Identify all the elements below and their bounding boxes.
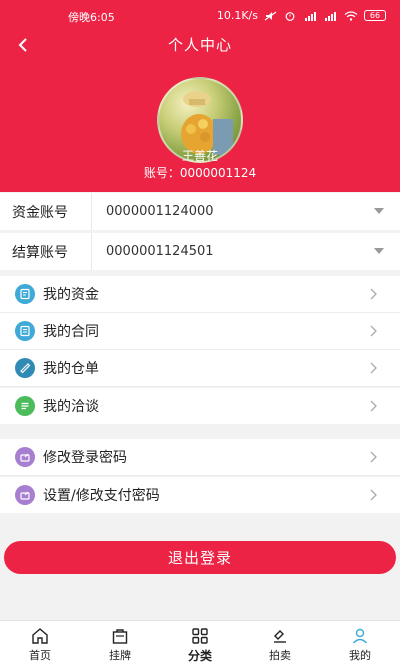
fund-account-select[interactable]: 0000001124000: [92, 193, 400, 230]
fund-account-row: 资金账号 0000001124000: [0, 193, 400, 230]
menu-label: 我的资金: [43, 287, 99, 303]
menu-my-warehouse-receipts[interactable]: 我的仓单: [0, 350, 400, 386]
bag-icon: [112, 629, 128, 644]
tab-home[interactable]: 首页: [0, 621, 80, 666]
grid-icon: [192, 628, 208, 644]
settlement-account-label: 结算账号: [0, 233, 92, 270]
status-indicators: 10.1K/s 66: [217, 9, 386, 22]
chevron-right-icon: [370, 362, 377, 374]
menu-label: 修改登录密码: [43, 450, 127, 466]
battery-indicator: 66: [364, 10, 386, 21]
tab-mine[interactable]: 我的: [320, 621, 400, 666]
fund-account-label: 资金账号: [0, 193, 92, 230]
user-icon: [352, 628, 368, 644]
status-time: 傍晚6:05: [68, 11, 115, 24]
tab-label: 拍卖: [269, 649, 291, 662]
network-speed: 10.1K/s: [216, 9, 258, 22]
wifi-icon: [344, 10, 358, 21]
wallet-icon: [15, 284, 35, 304]
menu-label: 我的洽谈: [43, 399, 99, 415]
gavel-icon: [274, 630, 286, 643]
tab-listing[interactable]: 挂牌: [80, 621, 160, 666]
menu-label: 设置/修改支付密码: [43, 488, 160, 504]
divider: [0, 475, 400, 476]
settlement-account-row: 结算账号 0000001124501: [0, 233, 400, 270]
chevron-right-icon: [370, 451, 377, 463]
chevron-right-icon: [370, 325, 377, 337]
menu-label: 我的仓单: [43, 361, 99, 377]
tab-label: 分类: [187, 649, 212, 663]
home-icon: [32, 628, 48, 644]
tab-label: 我的: [349, 649, 371, 662]
tab-label: 挂牌: [109, 649, 131, 662]
mute-icon: [264, 11, 278, 21]
chat-icon: [15, 396, 35, 416]
signal-icon: [304, 11, 318, 21]
pay-edit-icon: [15, 485, 35, 505]
bottom-tab-bar: 首页 挂牌 分类 拍卖 我的: [0, 620, 400, 666]
user-account-number: 账号：0000001124: [143, 166, 257, 180]
chevron-right-icon: [370, 489, 377, 501]
chevron-right-icon: [370, 400, 377, 412]
menu-my-funds[interactable]: 我的资金: [0, 276, 400, 312]
menu-my-contracts[interactable]: 我的合同: [0, 313, 400, 349]
lock-edit-icon: [15, 447, 35, 467]
alarm-icon: [284, 11, 298, 21]
tab-label: 首页: [29, 649, 51, 662]
profile-header: 傍晚6:05 10.1K/s 66 个人中心 王善花 账号：0000001124: [0, 0, 400, 192]
menu-change-login-password[interactable]: 修改登录密码: [0, 439, 400, 475]
signal-icon-2: [324, 11, 338, 21]
caret-down-icon: [374, 208, 384, 214]
status-bar: 傍晚6:05 10.1K/s 66: [0, 0, 400, 30]
page-title: 个人中心: [167, 36, 232, 54]
menu-label: 我的合同: [43, 324, 99, 340]
caret-down-icon: [374, 248, 384, 254]
warehouse-receipt-icon: [15, 358, 35, 378]
user-name: 王善花: [181, 149, 218, 163]
menu-my-negotiations[interactable]: 我的洽谈: [0, 388, 400, 424]
divider: [0, 386, 400, 387]
contract-icon: [15, 321, 35, 341]
settlement-account-select[interactable]: 0000001124501: [92, 233, 400, 270]
chevron-right-icon: [370, 288, 377, 300]
tab-categories[interactable]: 分类: [160, 621, 240, 666]
logout-button[interactable]: 退出登录: [4, 541, 396, 574]
nav-bar: 个人中心: [0, 30, 400, 60]
menu-set-payment-password[interactable]: 设置/修改支付密码: [0, 477, 400, 513]
tab-auction[interactable]: 拍卖: [240, 621, 320, 666]
